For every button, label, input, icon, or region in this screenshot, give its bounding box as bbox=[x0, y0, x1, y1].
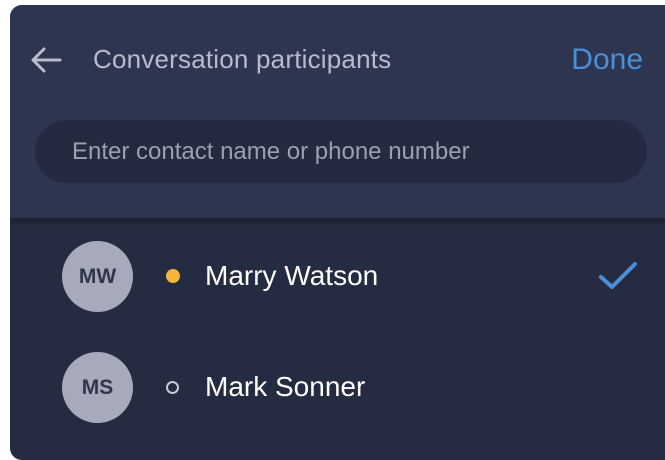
arrow-left-icon bbox=[31, 47, 62, 73]
done-button[interactable]: Done bbox=[571, 43, 643, 77]
header: Conversation participants Done bbox=[10, 5, 665, 218]
participants-panel: Conversation participants Done MW Marry … bbox=[10, 5, 665, 460]
page-title: Conversation participants bbox=[93, 44, 392, 74]
back-button[interactable] bbox=[28, 42, 64, 78]
online-status-dot bbox=[166, 269, 180, 283]
offline-status-dot bbox=[166, 381, 179, 394]
avatar: MS bbox=[62, 352, 133, 423]
checkmark-icon bbox=[599, 262, 637, 289]
participant-name: Mark Sonner bbox=[205, 371, 366, 402]
list-item[interactable]: MS Mark Sonner bbox=[10, 335, 665, 435]
search-input[interactable] bbox=[70, 130, 614, 173]
participant-name: Marry Watson bbox=[205, 260, 379, 291]
search-bar bbox=[35, 120, 647, 183]
list-item[interactable]: MW Marry Watson bbox=[10, 226, 665, 326]
avatar: MW bbox=[62, 241, 133, 312]
